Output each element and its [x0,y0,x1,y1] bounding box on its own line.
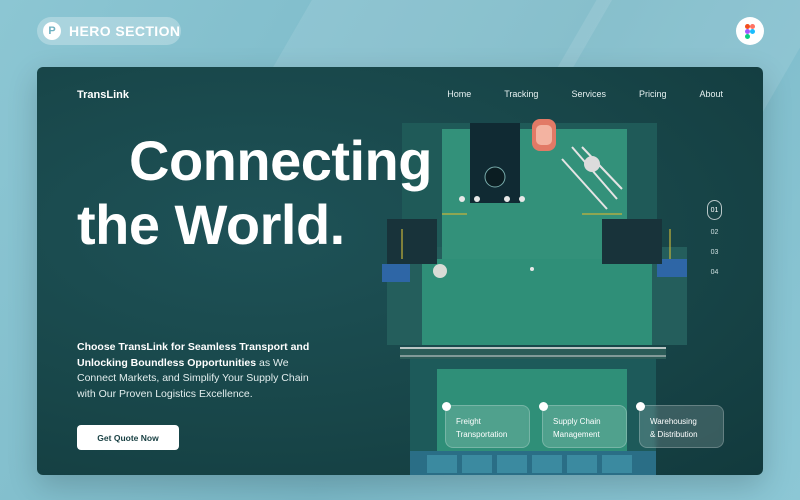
figma-logo-icon [745,23,755,39]
main-nav: Home Tracking Services Pricing About [414,89,723,99]
service-line-1: Supply Chain [553,417,601,426]
nav-about[interactable]: About [699,89,723,99]
nav-home[interactable]: Home [447,89,471,99]
headline-line-1: Connecting [129,129,432,192]
get-quote-button[interactable]: Get Quote Now [77,425,179,450]
pager-item-02[interactable]: 02 [711,222,719,242]
hero-description: Choose TransLink for Seamless Transport … [77,340,327,402]
hero-panel: TransLink Home Tracking Services Pricing… [37,67,763,475]
service-card-supply-chain[interactable]: Supply Chain Management [539,402,627,448]
hero-section-badge: P HERO SECTION [37,17,181,45]
brand-logo[interactable]: TransLink [77,89,129,101]
headline-line-2: the World. [77,193,345,256]
slide-pager: 01 02 03 04 [707,200,722,282]
service-cards: Freight Transportation Supply Chain Mana… [442,402,724,448]
service-line-2: & Distribution [650,430,698,439]
service-card-warehousing[interactable]: Warehousing & Distribution [636,402,724,448]
nav-services[interactable]: Services [571,89,606,99]
service-card-freight[interactable]: Freight Transportation [442,402,530,448]
figma-icon[interactable] [736,17,764,45]
service-line-1: Warehousing [650,417,697,426]
service-line-2: Management [553,430,600,439]
service-line-2: Transportation [456,430,508,439]
badge-logo-icon: P [43,22,61,40]
marker-dot-icon [539,402,548,411]
nav-tracking[interactable]: Tracking [504,89,538,99]
marker-dot-icon [636,402,645,411]
pager-item-04[interactable]: 04 [711,262,719,282]
marker-dot-icon [442,402,451,411]
badge-label: HERO SECTION [69,23,181,39]
pager-item-03[interactable]: 03 [711,242,719,262]
hero-headline: Connecting the World. [77,129,497,257]
nav-pricing[interactable]: Pricing [639,89,667,99]
service-line-1: Freight [456,417,481,426]
pager-item-01[interactable]: 01 [707,200,722,220]
